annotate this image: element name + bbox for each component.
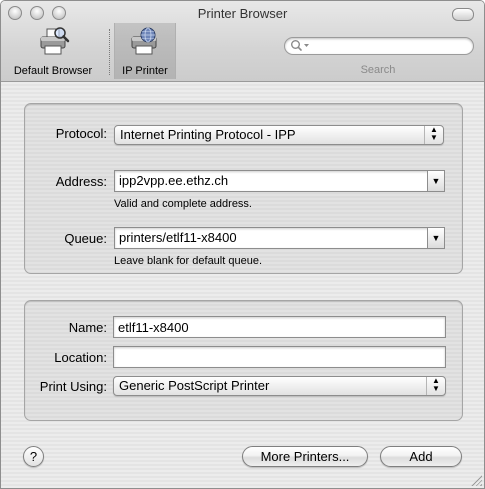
print-using-value: Generic PostScript Printer: [119, 378, 270, 393]
queue-hint: Leave blank for default queue.: [114, 255, 263, 267]
popup-arrows-icon: ▲ ▼: [424, 126, 443, 144]
toolbar-ip-printer[interactable]: IP Printer: [114, 23, 176, 79]
address-field[interactable]: ipp2vpp.ee.ethz.ch ▼: [114, 170, 445, 192]
name-label: Name:: [68, 320, 107, 335]
queue-value: printers/etlf11-x8400: [119, 230, 237, 245]
more-printers-button[interactable]: More Printers...: [242, 446, 368, 467]
print-using-label: Print Using:: [39, 379, 107, 394]
connection-group: Protocol: Internet Printing Protocol - I…: [24, 103, 463, 274]
printer-browser-window: Printer Browser Default Browser IP Print…: [0, 0, 485, 489]
help-button[interactable]: ?: [23, 446, 44, 467]
protocol-popup[interactable]: Internet Printing Protocol - IPP ▲ ▼: [114, 125, 444, 145]
address-dropdown-button[interactable]: ▼: [427, 171, 444, 191]
address-label: Address:: [55, 174, 107, 189]
printer-globe-icon: [129, 27, 161, 60]
toolbar-toggle-button[interactable]: [452, 8, 474, 21]
address-value: ipp2vpp.ee.ethz.ch: [119, 173, 229, 188]
add-button[interactable]: Add: [380, 446, 462, 467]
content-area: Protocol: Internet Printing Protocol - I…: [1, 82, 484, 488]
toolbar-separator: [109, 29, 110, 75]
queue-dropdown-button[interactable]: ▼: [427, 228, 444, 248]
address-hint: Valid and complete address.: [114, 198, 252, 210]
queue-field[interactable]: printers/etlf11-x8400 ▼: [114, 227, 445, 249]
toolbar-default-browser[interactable]: Default Browser: [5, 23, 101, 79]
search-input[interactable]: [284, 37, 474, 55]
print-using-popup[interactable]: Generic PostScript Printer ▲ ▼: [113, 376, 446, 396]
printer-magnifier-icon: [38, 27, 70, 60]
title-toolbar-area: Printer Browser Default Browser IP Print…: [1, 1, 484, 82]
window-title: Printer Browser: [197, 6, 288, 21]
location-label: Location:: [54, 350, 107, 365]
location-input[interactable]: [113, 346, 446, 368]
search-label: Search: [360, 64, 396, 76]
name-input[interactable]: [113, 316, 446, 338]
toolbar-ip-printer-label: IP Printer: [122, 65, 168, 77]
queue-label: Queue:: [64, 231, 107, 246]
popup-arrows-icon: ▲ ▼: [426, 377, 445, 395]
protocol-value: Internet Printing Protocol - IPP: [120, 127, 296, 142]
toolbar-default-browser-label: Default Browser: [13, 65, 93, 77]
resize-grip[interactable]: [471, 475, 482, 486]
printer-info-group: Name: Location: Print Using: Generic Pos…: [24, 300, 463, 421]
protocol-label: Protocol:: [55, 126, 107, 141]
search-icon: [290, 39, 310, 57]
